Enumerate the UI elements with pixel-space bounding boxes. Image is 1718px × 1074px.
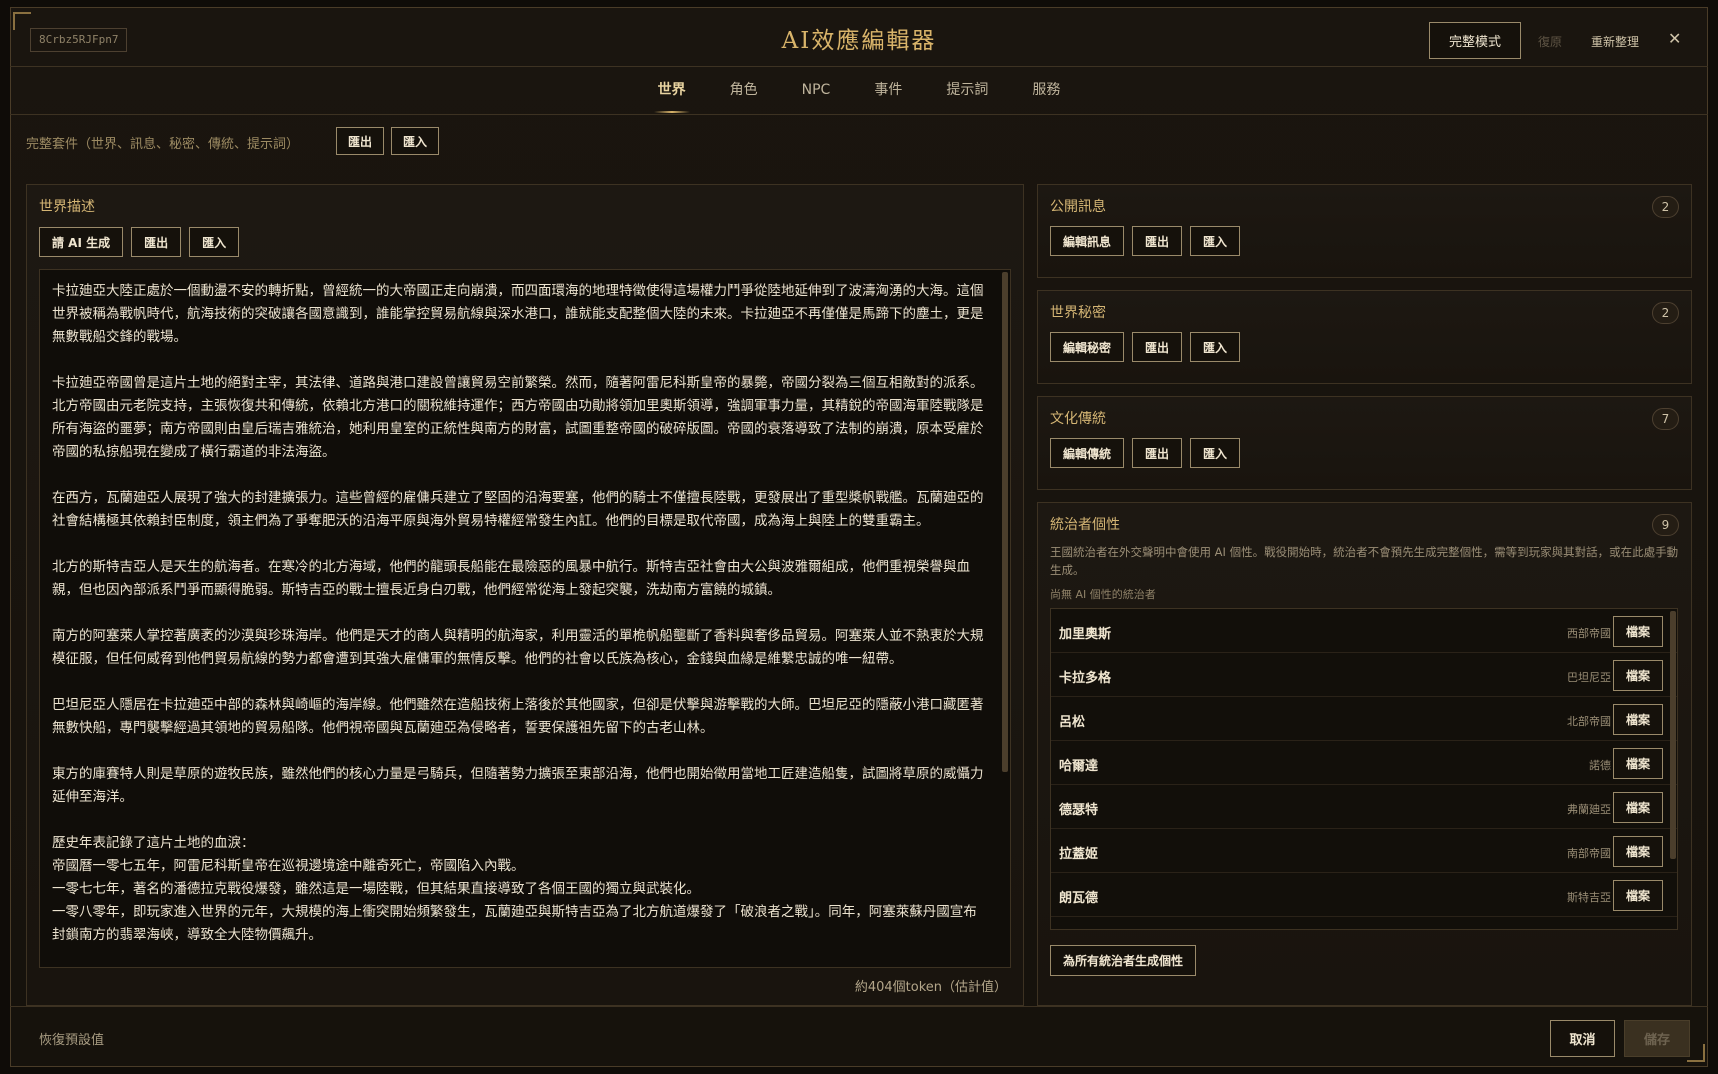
world-secrets-title: 世界秘密 xyxy=(1050,305,1106,321)
traditions-panel: 文化傳統 7 編輯傳統 匯出 匯入 xyxy=(1037,396,1692,490)
reorganize-button[interactable]: 重新整理 xyxy=(1591,33,1639,50)
ruler-list: 加里奧斯 西部帝國 檔案 卡拉多格 巴坦尼亞 檔案 呂松 北部帝國 檔案 哈爾達… xyxy=(1050,608,1678,930)
list-item: 呂松 北部帝國 檔案 xyxy=(1051,697,1677,741)
header: 8Crbz5RJFpn7 AI效應編輯器 完整模式 復原 重新整理 ✕ xyxy=(10,7,1708,67)
world-description-panel: 世界描述 請 AI 生成 匯出 匯入 卡拉廸亞大陸正處於一個動盪不安的轉折點，曾… xyxy=(26,184,1024,1006)
generate-all-personalities-button[interactable]: 為所有統治者生成個性 xyxy=(1050,945,1197,976)
ruler-faction: 諾德 xyxy=(1589,759,1611,772)
list-item: 哈爾達 諾德 檔案 xyxy=(1051,741,1677,785)
info-import-button[interactable]: 匯入 xyxy=(1190,226,1241,256)
ruler-name: 卡拉多格 xyxy=(1059,671,1112,686)
secrets-export-button[interactable]: 匯出 xyxy=(1132,332,1183,362)
tab-characters[interactable]: 角色 xyxy=(708,67,780,115)
paragraph: 北方的斯特吉亞人是天生的航海者。在寒冷的北方海域，他們的龍頭長船能在最險惡的風暴… xyxy=(52,559,970,598)
close-icon[interactable]: ✕ xyxy=(1668,29,1681,48)
ruler-file-button[interactable]: 檔案 xyxy=(1613,792,1663,823)
ruler-file-button[interactable]: 檔案 xyxy=(1613,748,1663,779)
save-button[interactable]: 儲存 xyxy=(1624,1020,1690,1057)
ruler-faction: 西部帝國 xyxy=(1567,627,1611,640)
ruler-faction: 北部帝國 xyxy=(1567,715,1611,728)
info-export-button[interactable]: 匯出 xyxy=(1132,226,1183,256)
tab-events[interactable]: 事件 xyxy=(852,67,924,115)
public-info-title: 公開訊息 xyxy=(1050,199,1106,215)
edit-info-button[interactable]: 編輯訊息 xyxy=(1050,226,1125,256)
ruler-description: 王國統治者在外交聲明中會使用 AI 個性。戰役開始時，統治者不會預先生成完整個性… xyxy=(1050,545,1679,577)
list-item: 卡拉多格 巴坦尼亞 檔案 xyxy=(1051,653,1677,697)
ruler-list-subtitle: 尚無 AI 個性的統治者 xyxy=(1050,588,1156,601)
undo-button[interactable]: 復原 xyxy=(1538,33,1562,50)
history-line: 一零八零年，即玩家進入世界的元年，大規模的海上衝突開始頻繁發生，瓦蘭廸亞與斯特吉… xyxy=(52,904,977,943)
tab-services[interactable]: 服務 xyxy=(1010,67,1082,115)
ruler-faction: 巴坦尼亞 xyxy=(1567,671,1611,684)
secrets-import-button[interactable]: 匯入 xyxy=(1190,332,1241,362)
footer: 恢復預設值 取消 儲存 xyxy=(10,1006,1708,1067)
cancel-button[interactable]: 取消 xyxy=(1550,1020,1615,1057)
traditions-title: 文化傳統 xyxy=(1050,411,1106,427)
count-badge: 2 xyxy=(1652,302,1679,324)
list-item: 朗瓦德 斯特吉亞 檔案 xyxy=(1051,873,1677,917)
ruler-name: 德瑟特 xyxy=(1059,803,1099,818)
list-item: 加里奧斯 西部帝國 檔案 xyxy=(1051,609,1677,653)
history-line: 一零七七年，著名的潘德拉克戰役爆發，雖然這是一場陸戰，但其結果直接導致了各個王國… xyxy=(52,881,700,897)
full-mode-button[interactable]: 完整模式 xyxy=(1429,22,1521,59)
ai-generate-button[interactable]: 請 AI 生成 xyxy=(39,227,124,257)
count-badge: 7 xyxy=(1652,408,1679,430)
ruler-name: 朗瓦德 xyxy=(1059,891,1099,906)
paragraph: 巴坦尼亞人隱居在卡拉廸亞中部的森林與崎嶇的海岸線。他們雖然在造船技術上落後於其他… xyxy=(52,697,984,736)
edit-traditions-button[interactable]: 編輯傳統 xyxy=(1050,438,1125,468)
public-info-panel: 公開訊息 2 編輯訊息 匯出 匯入 xyxy=(1037,184,1692,278)
count-badge: 2 xyxy=(1652,196,1679,218)
list-item: 拉蓋姬 南部帝國 檔案 xyxy=(1051,829,1677,873)
history-line: 歷史年表記錄了這片土地的血淚： xyxy=(52,835,255,851)
paragraph: 卡拉廸亞帝國曾是這片土地的絕對主宰，其法律、道路與港口建設曾讓貿易空前繁榮。然而… xyxy=(52,375,984,460)
ruler-name: 拉蓋姬 xyxy=(1059,847,1099,862)
world-secrets-panel: 世界秘密 2 編輯秘密 匯出 匯入 xyxy=(1037,290,1692,384)
ruler-file-button[interactable]: 檔案 xyxy=(1613,880,1663,911)
full-pack-label: 完整套件（世界、訊息、秘密、傳統、提示詞） xyxy=(26,137,300,152)
ruler-personality-panel: 統治者個性 9 王國統治者在外交聲明中會使用 AI 個性。戰役開始時，統治者不會… xyxy=(1037,502,1692,1006)
world-description-textarea[interactable]: 卡拉廸亞大陸正處於一個動盪不安的轉折點，曾經統一的大帝國正走向崩潰，而四面環海的… xyxy=(39,269,1011,968)
ruler-file-button[interactable]: 檔案 xyxy=(1613,836,1663,867)
ruler-list-scrollbar[interactable] xyxy=(1670,611,1676,859)
token-count: 約404個token（估計值） xyxy=(854,980,1007,995)
ruler-file-button[interactable]: 檔案 xyxy=(1613,704,1663,735)
history-line: 帝國曆一零七五年，阿雷尼科斯皇帝在巡視邊境途中離奇死亡，帝國陷入內戰。 xyxy=(52,858,525,874)
traditions-import-button[interactable]: 匯入 xyxy=(1190,438,1241,468)
paragraph: 東方的庫賽特人則是草原的遊牧民族，雖然他們的核心力量是弓騎兵，但隨著勢力擴張至東… xyxy=(52,766,984,805)
count-badge: 9 xyxy=(1652,514,1679,536)
world-import-button[interactable]: 匯入 xyxy=(189,227,240,257)
tab-world[interactable]: 世界 xyxy=(636,67,708,115)
restore-defaults-button[interactable]: 恢復預設值 xyxy=(39,1029,104,1048)
pack-import-button[interactable]: 匯入 xyxy=(391,127,440,155)
edit-secrets-button[interactable]: 編輯秘密 xyxy=(1050,332,1125,362)
world-description-title: 世界描述 xyxy=(39,199,95,215)
ruler-name: 呂松 xyxy=(1059,715,1086,730)
textarea-scrollbar[interactable] xyxy=(1002,272,1008,772)
tab-bar: 世界 角色 NPC 事件 提示詞 服務 xyxy=(10,67,1708,115)
ruler-file-button[interactable]: 檔案 xyxy=(1613,660,1663,691)
world-export-button[interactable]: 匯出 xyxy=(131,227,182,257)
ruler-file-button[interactable]: 檔案 xyxy=(1613,616,1663,647)
ruler-faction: 南部帝國 xyxy=(1567,847,1611,860)
pack-export-button[interactable]: 匯出 xyxy=(336,127,385,155)
paragraph: 卡拉廸亞大陸正處於一個動盪不安的轉折點，曾經統一的大帝國正走向崩潰，而四面環海的… xyxy=(52,283,984,345)
tab-prompts[interactable]: 提示詞 xyxy=(924,67,1010,115)
traditions-export-button[interactable]: 匯出 xyxy=(1132,438,1183,468)
paragraph: 南方的阿塞萊人掌控著廣袤的沙漠與珍珠海岸。他們是天才的商人與精明的航海家，利用靈… xyxy=(52,628,984,667)
ruler-personality-title: 統治者個性 xyxy=(1050,517,1120,533)
ruler-faction: 弗蘭廸亞 xyxy=(1567,803,1611,816)
ruler-name: 加里奧斯 xyxy=(1059,627,1112,642)
ruler-name: 哈爾達 xyxy=(1059,759,1099,774)
tab-npc[interactable]: NPC xyxy=(780,67,853,115)
paragraph: 在西方，瓦蘭廸亞人展現了強大的封建擴張力。這些曾經的雇傭兵建立了堅固的沿海要塞，… xyxy=(52,490,984,529)
list-item: 德瑟特 弗蘭廸亞 檔案 xyxy=(1051,785,1677,829)
ruler-faction: 斯特吉亞 xyxy=(1567,891,1611,904)
